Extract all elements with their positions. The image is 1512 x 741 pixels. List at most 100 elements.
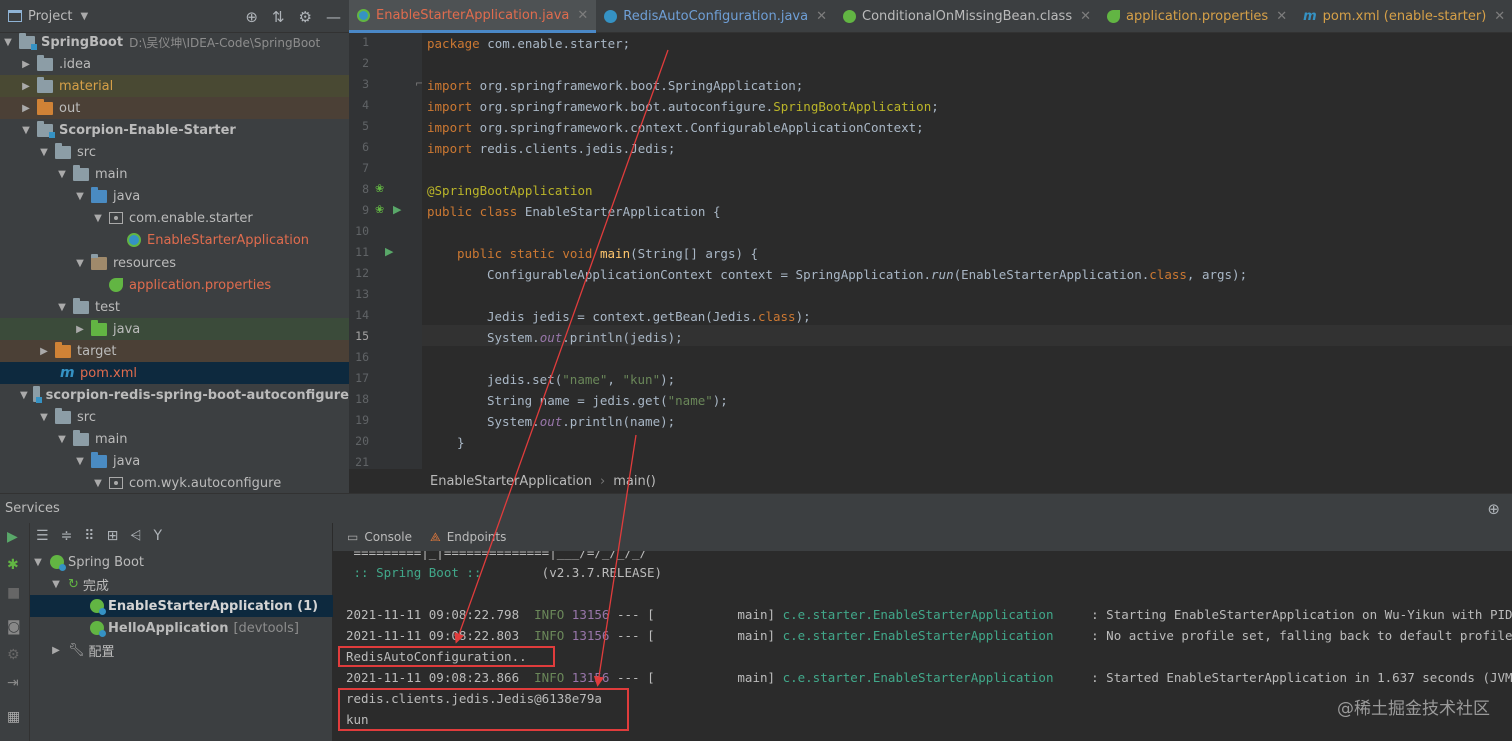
expand-all-icon[interactable]: ☰ [36,528,49,544]
tree-item-scorpion-redis[interactable]: ▼ scorpion-redis-spring-boot-autoconfigu… [0,384,349,406]
chevron-down-icon[interactable]: ▼ [38,412,50,423]
console-log-line: 2021-11-11 09:08:22.803 INFO 13156 --- [… [346,628,1512,643]
tree-item-application-properties[interactable]: application.properties [0,274,349,296]
chevron-down-icon[interactable]: ▼ [74,258,86,269]
line-number: 6 [362,140,369,154]
tree-item-src[interactable]: ▼ src [0,406,349,428]
branch-icon[interactable]: Y [154,528,163,544]
chevron-right-icon[interactable]: ▶ [74,324,86,335]
chevron-right-icon[interactable]: ▶ [20,81,32,92]
breadcrumb-method[interactable]: main() [613,474,656,489]
folder-icon [37,54,53,71]
close-icon[interactable]: ✕ [816,9,827,24]
tree-item-idea[interactable]: ▶ .idea [0,53,349,75]
chevron-down-icon[interactable]: ▼ [38,147,50,158]
close-icon[interactable]: ✕ [1494,9,1505,24]
spring-bean-icon[interactable]: ❀ [375,182,384,195]
settings-icon[interactable]: ⊕ [1487,500,1500,518]
tree-item-label: src [77,144,96,160]
project-view-icon [8,10,22,22]
chevron-down-icon[interactable]: ▼ [50,579,62,590]
chevron-down-icon[interactable]: ▼ [92,478,104,489]
tab-endpoints[interactable]: ⟁ Endpoints [430,530,506,545]
tree-item-label: com.enable.starter [129,210,253,226]
run-icon[interactable]: ▶ [7,529,18,545]
chevron-right-icon[interactable]: ▶ [20,59,32,70]
debug-icon[interactable]: ✱ [7,557,19,573]
tree-item-target[interactable]: ▶ target [0,340,349,362]
chevron-down-icon[interactable]: ▼ [2,37,14,48]
tab-conditionalonmissingbean[interactable]: ConditionalOnMissingBean.class ✕ [835,0,1099,33]
source-folder-icon [91,451,107,468]
svc-item-enablestarterapplication[interactable]: EnableStarterApplication (1) [30,595,333,617]
code-line-19: System.out.println(name); [487,414,676,429]
new-service-icon[interactable]: ⩤ [130,528,141,544]
chevron-down-icon[interactable]: ▼ [56,434,68,445]
project-title[interactable]: Project [28,9,72,24]
svc-item-helloapplication[interactable]: HelloApplication [devtools] [30,617,333,639]
chevron-down-icon[interactable]: ▼ [92,213,104,224]
run-icon[interactable]: ▶ [393,203,401,216]
chevron-right-icon[interactable]: ▶ [20,103,32,114]
run-icon[interactable]: ▶ [385,245,393,258]
breadcrumb-class[interactable]: EnableStarterApplication [430,474,592,489]
login-icon[interactable]: ⇥ [7,675,19,691]
tree-item-material[interactable]: ▶ material [0,75,349,97]
svc-item-spring-boot[interactable]: ▼ Spring Boot [30,551,333,573]
tree-item-springboot[interactable]: ▼ SpringBoot D:\吴仪坤\IDEA-Code\SpringBoot [0,31,349,53]
chevron-down-icon[interactable]: ▼ [80,11,88,22]
tab-pom-xml[interactable]: m pom.xml (enable-starter) ✕ [1295,0,1512,33]
svc-item-config[interactable]: ▶ 🔧︎ 配置 [30,639,333,661]
locate-icon[interactable]: ⊕ [245,8,258,26]
tree-item-main[interactable]: ▼ main [0,428,349,450]
tree-item-out[interactable]: ▶ out [0,97,349,119]
tab-redisautoconfiguration[interactable]: RedisAutoConfiguration.java ✕ [596,0,835,33]
tree-item-src[interactable]: ▼ src [0,141,349,163]
code-line-14: Jedis jedis = context.getBean(Jedis.clas… [487,309,811,324]
chevron-down-icon[interactable]: ▼ [56,302,68,313]
spring-bean-icon[interactable]: ❀ [375,203,384,216]
chevron-down-icon[interactable]: ▼ [74,456,86,467]
close-icon[interactable]: ✕ [1080,9,1091,24]
filter-icon[interactable]: ⊞ [107,528,119,544]
layout-icon[interactable]: ▦ [7,709,20,725]
collapse-all-icon[interactable]: ⇅ [272,8,285,26]
settings-icon[interactable]: ⚙ [7,647,20,663]
code-editor[interactable]: package com.enable.starter; import org.s… [422,33,1512,469]
chevron-down-icon[interactable]: ▼ [20,390,28,401]
chevron-right-icon[interactable]: ▶ [50,645,62,656]
editor-gutter[interactable]: 1 2 3 4 5 6 7 8 9 10 11 12 13 14 15 16 1… [349,33,424,469]
console-output[interactable]: =========|_|==============|___/=/_/_/_/ … [333,551,1512,741]
tab-enablestarterapplication[interactable]: EnableStarterApplication.java ✕ [349,0,597,33]
tree-item-pom-xml[interactable]: m pom.xml [0,362,349,384]
gear-icon[interactable]: ⚙ [299,8,312,26]
tree-item-label: pom.xml [80,365,137,381]
group-by-icon[interactable]: ⠿ [84,528,94,544]
camera-icon[interactable]: ◙ [7,619,21,635]
hide-icon[interactable]: — [326,8,341,26]
code-line-11: public static void main(String[] args) { [457,246,759,261]
chevron-down-icon[interactable]: ▼ [32,557,44,568]
tree-item-package[interactable]: ▼ com.wyk.autoconfigure [0,472,349,493]
chevron-down-icon[interactable]: ▼ [56,169,68,180]
tree-item-scorpion-enable-starter[interactable]: ▼ Scorpion-Enable-Starter [0,119,349,141]
collapse-all-icon[interactable]: ≑ [61,528,73,544]
svc-item-finished[interactable]: ▼ ↻ 完成 [30,573,333,595]
chevron-down-icon[interactable]: ▼ [74,191,86,202]
tree-item-package[interactable]: ▼ com.enable.starter [0,207,349,229]
tab-console[interactable]: ▭ Console [347,530,412,544]
tree-item-java[interactable]: ▼ java [0,450,349,472]
spring-boot-icon [50,555,66,571]
tree-item-enablestarterapplication[interactable]: EnableStarterApplication [0,229,349,251]
tree-item-test[interactable]: ▼ test [0,296,349,318]
close-icon[interactable]: ✕ [577,8,588,23]
tree-item-test-java[interactable]: ▶ java [0,318,349,340]
close-icon[interactable]: ✕ [1276,9,1287,24]
tree-item-main[interactable]: ▼ main [0,163,349,185]
tab-application-properties[interactable]: application.properties ✕ [1099,0,1295,33]
chevron-down-icon[interactable]: ▼ [20,125,32,136]
chevron-right-icon[interactable]: ▶ [38,346,50,357]
tree-item-java[interactable]: ▼ java [0,185,349,207]
stop-icon[interactable]: ■ [7,585,20,601]
tree-item-resources[interactable]: ▼ resources [0,252,349,274]
